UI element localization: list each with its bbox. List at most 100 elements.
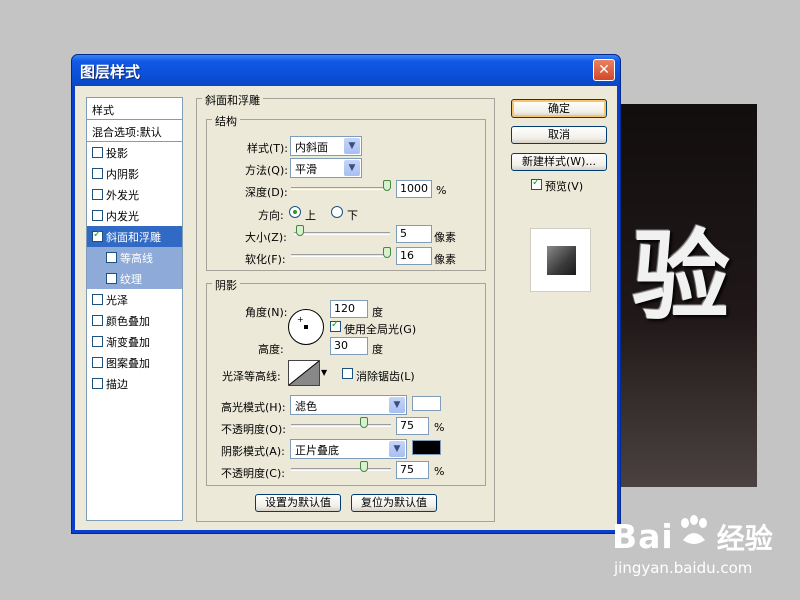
highlight-opacity-slider-track[interactable] bbox=[291, 424, 391, 427]
technique-select[interactable]: 平滑 ▼ bbox=[290, 158, 362, 178]
make-default-button[interactable]: 设置为默认值 bbox=[255, 494, 341, 512]
checkbox[interactable] bbox=[92, 229, 103, 242]
preview-checkbox[interactable] bbox=[531, 177, 542, 190]
style-item-contour[interactable]: 等高线 bbox=[87, 247, 182, 268]
titlebar[interactable]: 图层样式 ✕ bbox=[72, 55, 620, 86]
depth-input[interactable]: 1000 bbox=[396, 180, 432, 198]
highlight-mode-select[interactable]: 滤色 ▼ bbox=[290, 395, 407, 415]
soften-label: 软化(F): bbox=[245, 253, 286, 266]
contour-dropdown-icon[interactable]: ▼ bbox=[321, 368, 327, 377]
shadow-color-swatch[interactable] bbox=[412, 440, 441, 455]
style-item-drop-shadow[interactable]: 投影 bbox=[87, 142, 182, 163]
shadow-opacity-unit: % bbox=[434, 465, 445, 478]
style-item-pattern-overlay[interactable]: 图案叠加 bbox=[87, 352, 182, 373]
style-item-gradient-overlay[interactable]: 渐变叠加 bbox=[87, 331, 182, 352]
style-item-stroke[interactable]: 描边 bbox=[87, 373, 182, 394]
checkbox[interactable] bbox=[92, 168, 103, 179]
bevel-emboss-title: 斜面和浮雕 bbox=[202, 92, 263, 108]
depth-label: 深度(D): bbox=[245, 186, 288, 199]
bevel-style-select[interactable]: 内斜面 ▼ bbox=[290, 136, 362, 156]
style-item-satin[interactable]: 光泽 bbox=[87, 289, 182, 310]
checkbox[interactable] bbox=[92, 378, 103, 389]
ok-button[interactable]: 确定 bbox=[511, 99, 607, 118]
preview-label: 预览(V) bbox=[545, 180, 584, 193]
style-item-inner-glow[interactable]: 内发光 bbox=[87, 205, 182, 226]
size-input[interactable]: 5 bbox=[396, 225, 432, 243]
checkbox[interactable] bbox=[92, 336, 103, 347]
direction-up-radio[interactable] bbox=[289, 206, 301, 218]
highlight-opacity-input[interactable]: 75 bbox=[396, 417, 429, 435]
canvas-preview-image: 验 bbox=[612, 104, 757, 487]
style-item-outer-glow[interactable]: 外发光 bbox=[87, 184, 182, 205]
chevron-down-icon: ▼ bbox=[389, 397, 405, 413]
checkbox[interactable] bbox=[106, 252, 117, 263]
shadow-opacity-input[interactable]: 75 bbox=[396, 461, 429, 479]
style-item-bevel-emboss[interactable]: 斜面和浮雕 bbox=[87, 226, 182, 247]
structure-title: 结构 bbox=[212, 113, 240, 129]
soften-input[interactable]: 16 bbox=[396, 247, 432, 265]
shadow-mode-select[interactable]: 正片叠底 ▼ bbox=[290, 439, 407, 459]
size-label: 大小(Z): bbox=[245, 231, 287, 244]
soften-slider-thumb[interactable] bbox=[383, 247, 391, 258]
close-icon[interactable]: ✕ bbox=[593, 59, 615, 81]
chevron-down-icon: ▼ bbox=[344, 138, 360, 154]
style-list-header[interactable]: 样式 bbox=[87, 98, 182, 120]
crosshair-icon: + bbox=[297, 315, 304, 324]
depth-slider-track[interactable] bbox=[291, 187, 391, 190]
shadow-opacity-slider-track[interactable] bbox=[291, 468, 391, 471]
depth-slider-thumb[interactable] bbox=[383, 180, 391, 191]
checkbox[interactable] bbox=[106, 273, 117, 284]
global-light-label: 使用全局光(G) bbox=[344, 323, 417, 336]
shadow-opacity-label: 不透明度(C): bbox=[221, 467, 285, 480]
angle-dial-center bbox=[304, 325, 308, 329]
baidu-jingyan-watermark: Bai 经验 jingyan.baidu.com bbox=[612, 514, 773, 577]
paw-icon bbox=[677, 514, 711, 551]
direction-up-label: 上 bbox=[305, 209, 316, 222]
highlight-mode-label: 高光模式(H): bbox=[221, 401, 286, 414]
highlight-opacity-unit: % bbox=[434, 421, 445, 434]
highlight-opacity-label: 不透明度(O): bbox=[221, 423, 286, 436]
anti-alias-label: 消除锯齿(L) bbox=[356, 370, 415, 383]
cancel-button[interactable]: 取消 bbox=[511, 126, 607, 144]
soften-unit: 像素 bbox=[434, 253, 456, 266]
global-light-checkbox[interactable] bbox=[330, 319, 341, 332]
style-item-color-overlay[interactable]: 颜色叠加 bbox=[87, 310, 182, 331]
preview-square bbox=[547, 246, 576, 275]
anti-alias-checkbox[interactable] bbox=[342, 368, 353, 379]
checkbox[interactable] bbox=[92, 147, 103, 158]
watermark-cn-text: 经验 bbox=[716, 522, 773, 555]
checkbox[interactable] bbox=[92, 315, 103, 326]
style-label: 样式(T): bbox=[247, 142, 289, 155]
checkbox[interactable] bbox=[92, 189, 103, 200]
style-item-texture[interactable]: 纹理 bbox=[87, 268, 182, 289]
blend-options-item[interactable]: 混合选项:默认 bbox=[87, 120, 182, 142]
chevron-down-icon: ▼ bbox=[389, 441, 405, 457]
size-unit: 像素 bbox=[434, 231, 456, 244]
watermark-logo-text: Bai bbox=[612, 517, 674, 556]
style-item-inner-shadow[interactable]: 内阴影 bbox=[87, 163, 182, 184]
size-slider-track[interactable] bbox=[294, 232, 390, 235]
soften-slider-track[interactable] bbox=[291, 254, 391, 257]
style-list: 样式 混合选项:默认 投影 内阴影 外发光 内发光 斜面和浮雕 等高线 纹理 光… bbox=[86, 97, 183, 521]
gloss-contour-swatch[interactable] bbox=[288, 360, 320, 386]
checkbox[interactable] bbox=[92, 294, 103, 305]
checkbox[interactable] bbox=[92, 357, 103, 368]
altitude-input[interactable]: 30 bbox=[330, 337, 368, 355]
angle-input[interactable]: 120 bbox=[330, 300, 368, 318]
angle-unit: 度 bbox=[372, 306, 383, 319]
size-slider-thumb[interactable] bbox=[296, 225, 304, 236]
layer-style-dialog: 图层样式 ✕ 样式 混合选项:默认 投影 内阴影 外发光 内发光 斜面和浮雕 等… bbox=[71, 54, 621, 534]
highlight-opacity-slider-thumb[interactable] bbox=[360, 417, 368, 428]
direction-label: 方向: bbox=[258, 209, 284, 222]
angle-dial[interactable]: + bbox=[288, 309, 324, 345]
highlight-color-swatch[interactable] bbox=[412, 396, 441, 411]
shadow-opacity-slider-thumb[interactable] bbox=[360, 461, 368, 472]
depth-unit: % bbox=[436, 184, 447, 197]
checkbox[interactable] bbox=[92, 210, 103, 221]
style-preview-thumbnail bbox=[530, 228, 591, 292]
reset-default-button[interactable]: 复位为默认值 bbox=[351, 494, 437, 512]
direction-down-radio[interactable] bbox=[331, 206, 343, 218]
shading-title: 阴影 bbox=[212, 277, 240, 293]
altitude-label: 高度: bbox=[258, 343, 284, 356]
new-style-button[interactable]: 新建样式(W)... bbox=[511, 153, 607, 171]
